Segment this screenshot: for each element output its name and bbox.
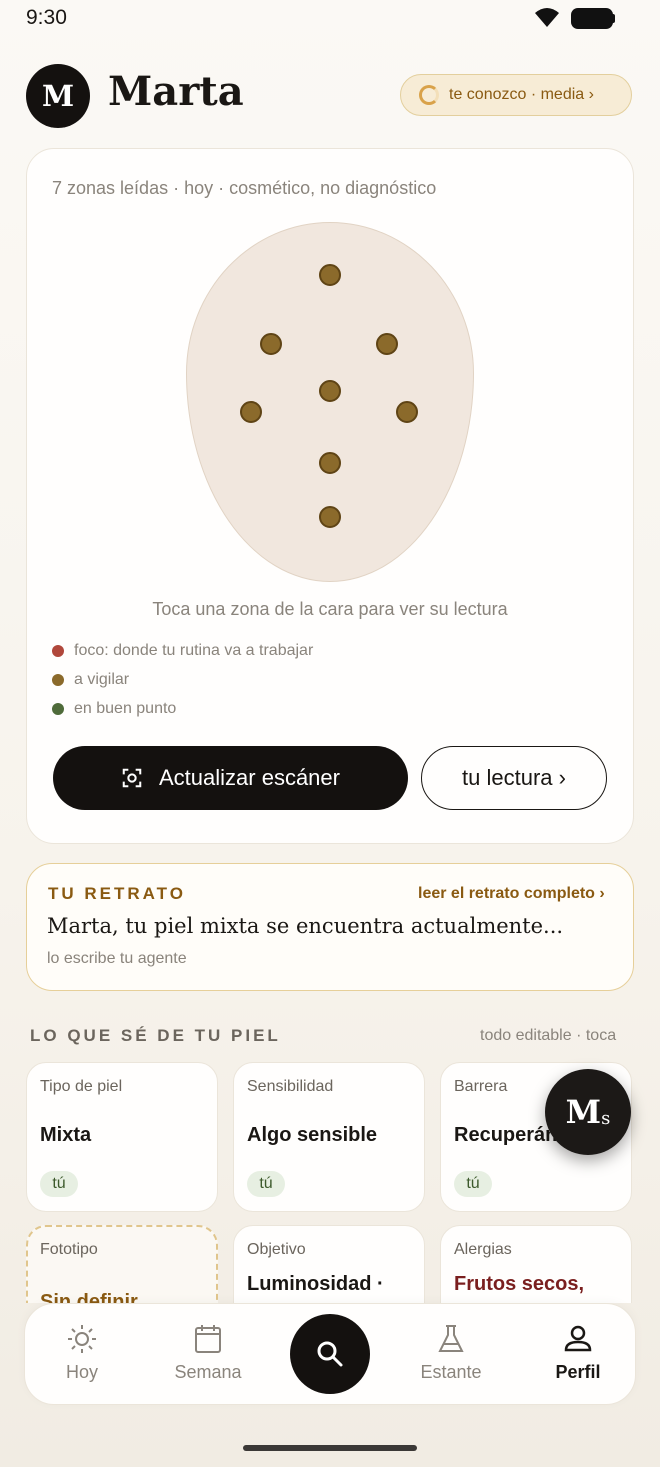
trait-value: Algo sensible: [247, 1124, 378, 1146]
home-indicator[interactable]: [243, 1445, 417, 1451]
nav-label: Semana: [174, 1362, 242, 1382]
fab-logo-m: M: [565, 1093, 602, 1131]
trait-value: Sin definir: [40, 1291, 138, 1303]
trait-card-allergies[interactable]: Alergias Frutos secos,: [440, 1225, 632, 1303]
zone-mouth[interactable]: [319, 452, 341, 474]
search-button[interactable]: [290, 1314, 370, 1394]
zone-nose[interactable]: [319, 380, 341, 402]
person-icon: [564, 1325, 592, 1352]
trait-label: Objetivo: [247, 1241, 306, 1258]
battery-icon: [571, 8, 613, 29]
zone-right-cheek[interactable]: [396, 401, 418, 423]
zone-right-eye[interactable]: [376, 333, 398, 355]
source-tag: tú: [40, 1171, 78, 1197]
update-scan-label: Actualizar escáner: [159, 765, 340, 790]
portrait-text: Marta, tu piel mixta se encuentra actual…: [47, 914, 564, 938]
user-name: Marta: [108, 68, 244, 115]
calendar-icon: [195, 1325, 221, 1353]
zone-left-eye[interactable]: [260, 333, 282, 355]
legend-watch: a vigilar: [52, 671, 129, 689]
nav-item-hoy[interactable]: Hoy: [27, 1322, 137, 1383]
battery-tip: [611, 14, 615, 23]
legend-focus: foco: donde tu rutina va a trabajar: [52, 642, 313, 660]
nav-item-perfil[interactable]: Perfil: [523, 1322, 633, 1383]
legend-label: en buen punto: [74, 700, 177, 717]
status-time: 9:30: [26, 6, 67, 29]
read-full-portrait-link[interactable]: leer el retrato completo ›: [418, 885, 605, 903]
sun-icon: [68, 1325, 96, 1353]
trait-card-skin-type[interactable]: Tipo de piel Mixta tú: [26, 1062, 218, 1212]
trait-card-phototype[interactable]: Fototipo Sin definir: [26, 1225, 218, 1303]
zones-note: 7 zonas leídas · hoy · cosmético, no dia…: [52, 178, 437, 198]
knowledge-level-pill[interactable]: te conozco · media ›: [400, 74, 632, 116]
scan-icon: [122, 768, 142, 788]
nav-item-estante[interactable]: Estante: [396, 1322, 506, 1383]
source-tag: tú: [454, 1171, 492, 1197]
trait-label: Fototipo: [40, 1241, 98, 1258]
nav-label: Hoy: [65, 1362, 98, 1382]
status-bar: 9:30: [0, 0, 660, 38]
legend-dot-good: [52, 703, 64, 715]
trait-label: Sensibilidad: [247, 1078, 334, 1095]
legend-good: en buen punto: [52, 700, 176, 718]
legend-dot-watch: [52, 674, 64, 686]
search-icon: [317, 1341, 343, 1367]
trait-value: Recuperán: [454, 1124, 558, 1146]
nav-label: Estante: [420, 1362, 482, 1382]
wifi-icon: [535, 8, 559, 27]
trait-label: Barrera: [454, 1078, 508, 1095]
trait-card-sensitivity[interactable]: Sensibilidad Algo sensible tú: [233, 1062, 425, 1212]
assistant-fab[interactable]: M s: [545, 1069, 631, 1155]
nav-label: Perfil: [555, 1362, 601, 1382]
zone-forehead[interactable]: [319, 264, 341, 286]
avatar[interactable]: M: [26, 64, 90, 128]
zone-left-cheek[interactable]: [240, 401, 262, 423]
tap-hint: Toca una zona de la cara para ver su lec…: [152, 599, 508, 619]
legend-label: a vigilar: [74, 671, 130, 688]
portrait-kicker: TU RETRATO: [48, 884, 186, 903]
trait-card-goal[interactable]: Objetivo Luminosidad ·: [233, 1225, 425, 1303]
progress-ring-icon: [419, 85, 439, 105]
fab-logo-s: s: [601, 1107, 611, 1129]
trait-value: Mixta: [40, 1124, 92, 1146]
zone-chin[interactable]: [319, 506, 341, 528]
skin-section-meta: todo editable · toca: [480, 1027, 617, 1044]
nav-item-semana[interactable]: Semana: [153, 1322, 263, 1383]
your-reading-button[interactable]: tu lectura ›: [421, 746, 607, 810]
flask-icon: [438, 1325, 464, 1352]
source-tag: tú: [247, 1171, 285, 1197]
skin-section-title: LO QUE SÉ DE TU PIEL: [30, 1026, 281, 1045]
legend-label: foco: donde tu rutina va a trabajar: [74, 642, 314, 659]
portrait-author: lo escribe tu agente: [47, 950, 187, 967]
legend-dot-focus: [52, 645, 64, 657]
trait-label: Alergias: [454, 1241, 512, 1258]
trait-row-2: Fototipo Sin definir Objetivo Luminosida…: [0, 1225, 660, 1303]
trait-value: Luminosidad ·: [247, 1273, 384, 1295]
trait-label: Tipo de piel: [40, 1078, 123, 1095]
trait-value: Frutos secos,: [454, 1273, 585, 1295]
knowledge-level-label: te conozco · media ›: [449, 86, 594, 103]
update-scan-button[interactable]: Actualizar escáner: [53, 746, 408, 810]
